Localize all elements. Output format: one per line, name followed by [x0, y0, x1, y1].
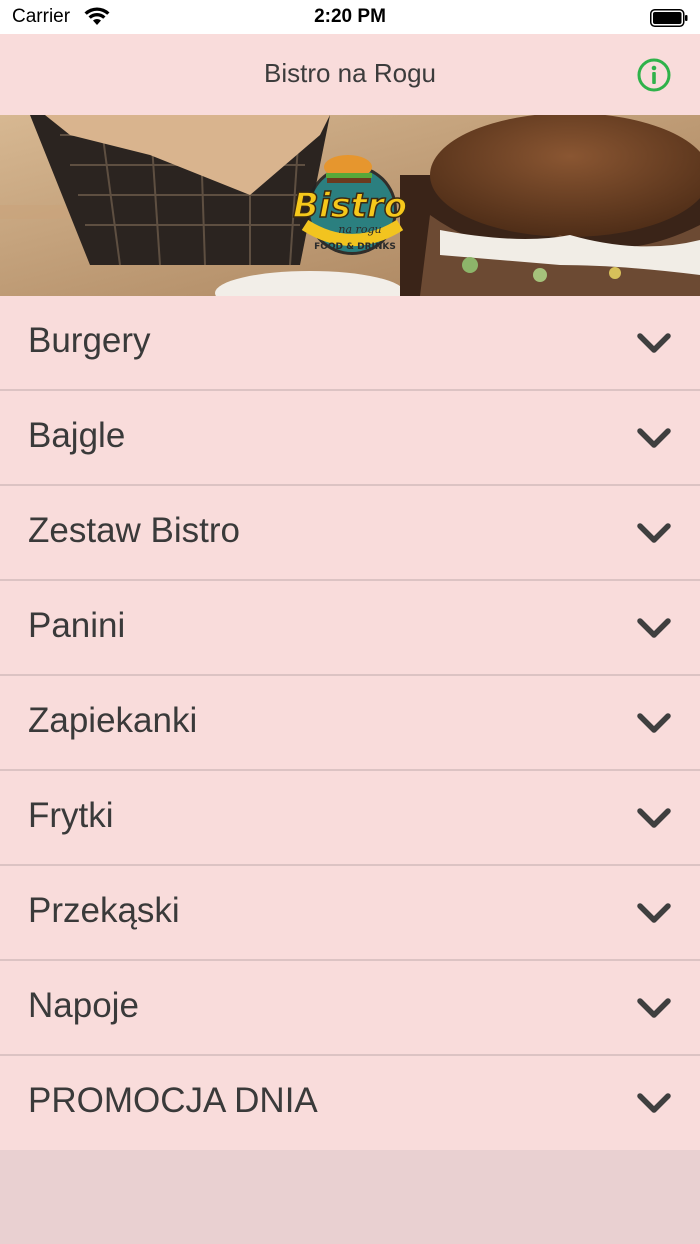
- chevron-down-icon[interactable]: [636, 520, 672, 546]
- category-row-panini[interactable]: Panini: [0, 581, 700, 676]
- nav-bar: Bistro na Rogu: [0, 34, 700, 115]
- chevron-down-icon[interactable]: [636, 1090, 672, 1116]
- category-row-zapiekanki[interactable]: Zapiekanki: [0, 676, 700, 771]
- chevron-down-icon[interactable]: [636, 425, 672, 451]
- category-label: PROMOCJA DNIA: [28, 1081, 318, 1120]
- chevron-down-icon[interactable]: [636, 615, 672, 641]
- category-row-przekaski[interactable]: Przekąski: [0, 866, 700, 961]
- category-row-zestaw-bistro[interactable]: Zestaw Bistro: [0, 486, 700, 581]
- category-row-napoje[interactable]: Napoje: [0, 961, 700, 1056]
- hero-image: Bistro na rogu FOOD & DRINKS: [0, 115, 700, 296]
- category-label: Panini: [28, 606, 126, 645]
- category-row-promocja-dnia[interactable]: PROMOCJA DNIA: [0, 1056, 700, 1150]
- chevron-down-icon[interactable]: [636, 330, 672, 356]
- info-icon[interactable]: [636, 57, 672, 93]
- category-row-bajgle[interactable]: Bajgle: [0, 391, 700, 486]
- category-label: Burgery: [28, 321, 151, 360]
- category-list: Burgery Bajgle Zestaw Bistro Panini Zapi…: [0, 296, 700, 1150]
- category-row-burgery[interactable]: Burgery: [0, 296, 700, 391]
- logo-tagline: FOOD & DRINKS: [314, 242, 396, 252]
- clock: 2:20 PM: [314, 6, 386, 27]
- page-title: Bistro na Rogu: [264, 58, 436, 88]
- status-bar: Carrier 2:20 PM: [0, 0, 700, 34]
- category-label: Zestaw Bistro: [28, 511, 240, 550]
- category-label: Bajgle: [28, 416, 126, 455]
- chevron-down-icon[interactable]: [636, 995, 672, 1021]
- logo-text: Bistro: [293, 186, 407, 226]
- category-label: Zapiekanki: [28, 701, 198, 740]
- chevron-down-icon[interactable]: [636, 710, 672, 736]
- hero-banner: Bistro na rogu FOOD & DRINKS: [0, 115, 700, 296]
- chevron-down-icon[interactable]: [636, 900, 672, 926]
- category-label: Napoje: [28, 986, 139, 1025]
- category-label: Frytki: [28, 796, 114, 835]
- chevron-down-icon[interactable]: [636, 805, 672, 831]
- battery-icon: [650, 9, 688, 27]
- category-row-frytki[interactable]: Frytki: [0, 771, 700, 866]
- logo-subtext: na rogu: [338, 223, 381, 236]
- category-label: Przekąski: [28, 891, 180, 930]
